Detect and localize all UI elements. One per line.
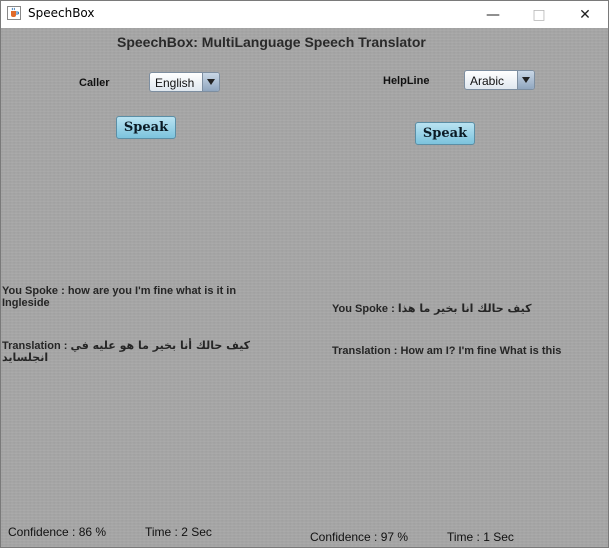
title-bar[interactable]: SpeechBox — □ ✕ <box>1 1 608 28</box>
caller-language-select[interactable]: English <box>149 72 220 92</box>
caller-confidence: Confidence : 86 % <box>8 525 107 539</box>
helpline-time: Time : 1 Sec <box>447 530 514 544</box>
maximize-icon: □ <box>532 6 546 23</box>
helpline-speak-button[interactable]: Speak <box>415 122 475 145</box>
helpline-spoke-prefix: You Spoke : <box>332 303 398 315</box>
window-title: SpeechBox <box>28 6 95 20</box>
helpline-language-select[interactable]: Arabic <box>464 70 535 90</box>
helpline-language-value: Arabic <box>470 74 505 88</box>
app-heading: SpeechBox: MultiLanguage Speech Translat… <box>117 34 426 50</box>
java-coffee-icon <box>7 6 21 20</box>
helpline-confidence: Confidence : 97 % <box>310 530 409 544</box>
minimize-icon: — <box>486 6 500 23</box>
caller-spoke-text: You Spoke : how are you I'm fine what is… <box>2 285 252 309</box>
helpline-spoke-value: كيف حالك انا بخير ما هذا <box>397 302 532 315</box>
helpline-translation-prefix: Translation : <box>332 345 401 357</box>
caller-speak-button[interactable]: Speak <box>116 116 176 139</box>
chevron-down-icon[interactable] <box>202 73 219 91</box>
app-window: SpeechBox — □ ✕ SpeechBox: MultiLanguage… <box>0 0 609 548</box>
close-button[interactable]: ✕ <box>562 1 608 28</box>
close-icon: ✕ <box>579 6 591 23</box>
helpline-translation-value: How am I? I'm fine What is this <box>400 345 562 357</box>
caller-language-value: English <box>155 76 195 90</box>
caller-time: Time : 2 Sec <box>145 525 212 539</box>
main-panel: SpeechBox: MultiLanguage Speech Translat… <box>1 28 608 547</box>
caller-spoke-prefix: You Spoke : <box>2 285 68 297</box>
helpline-translation-text: Translation : How am I? I'm fine What is… <box>332 345 561 357</box>
chevron-down-icon[interactable] <box>517 71 534 89</box>
caller-translation-text: Translation : كيف حالك أنا بخير ما هو عل… <box>2 340 252 364</box>
caller-label: Caller <box>79 77 110 89</box>
minimize-button[interactable]: — <box>470 1 516 28</box>
maximize-button[interactable]: □ <box>516 1 562 28</box>
helpline-spoke-text: You Spoke : كيف حالك انا بخير ما هذا <box>332 302 532 315</box>
helpline-label: HelpLine <box>383 75 430 87</box>
